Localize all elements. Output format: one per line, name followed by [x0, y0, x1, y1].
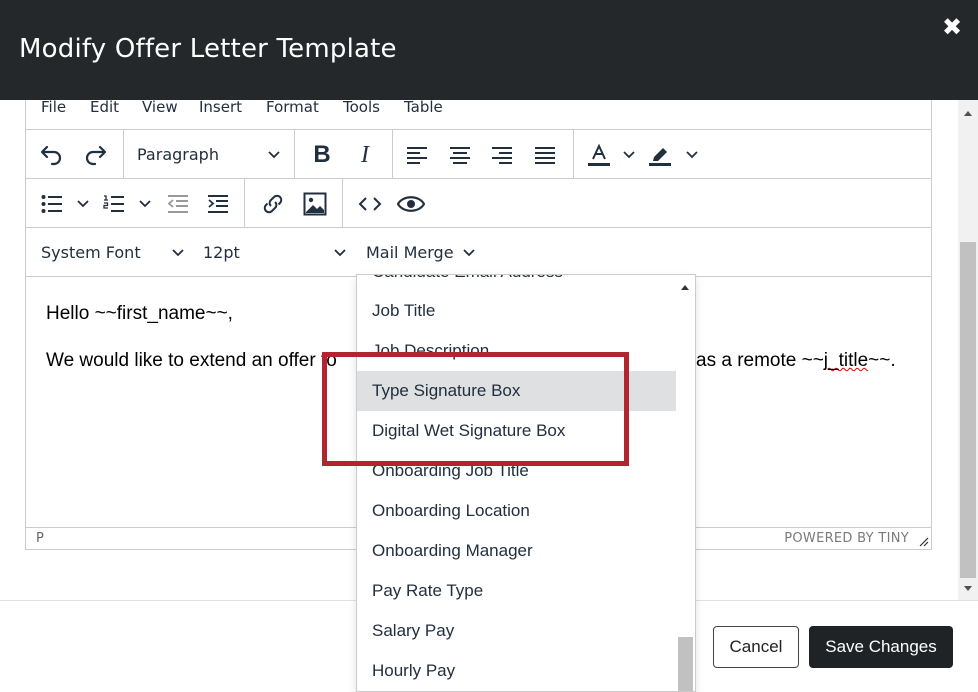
element-path[interactable]: P	[36, 531, 44, 546]
align-justify-icon[interactable]	[528, 138, 562, 172]
font-family-select[interactable]: System Font	[41, 236, 141, 270]
scroll-down-arrow-icon[interactable]	[958, 582, 978, 596]
italic-icon[interactable]: I	[348, 138, 382, 172]
menu-table[interactable]: Table	[404, 100, 443, 115]
chevron-down-icon[interactable]	[623, 150, 635, 160]
dropdown-item[interactable]: Onboarding Job Title	[357, 451, 676, 491]
content-text: as a remote ~~	[696, 350, 824, 371]
content-text: ~~.	[868, 350, 896, 371]
highlight-icon[interactable]	[643, 138, 677, 172]
chevron-down-icon[interactable]	[334, 248, 346, 258]
preview-icon[interactable]	[394, 187, 428, 221]
toolbar-separator	[573, 130, 574, 178]
save-changes-button[interactable]: Save Changes	[809, 626, 953, 668]
toolbar-row-1: Paragraph B I	[26, 130, 931, 179]
dropdown-item-active[interactable]: Type Signature Box	[357, 371, 676, 411]
scroll-up-arrow-icon[interactable]	[680, 283, 690, 291]
dropdown-item[interactable]: Onboarding Location	[357, 491, 676, 531]
chevron-down-icon[interactable]	[77, 199, 89, 209]
menu-file[interactable]: File	[41, 100, 66, 115]
toolbar-row-2	[26, 179, 931, 228]
outdent-icon[interactable]	[161, 187, 195, 221]
resize-handle-icon[interactable]	[919, 537, 929, 547]
dropdown-item[interactable]: Job Description	[357, 331, 676, 371]
content-line-offer-start: We would like to extend an offer to	[46, 350, 337, 371]
toolbar-row-3: System Font 12pt Mail Merge	[26, 228, 931, 277]
content-line-offer-end: as a remote ~~j_title~~.	[696, 349, 896, 373]
scroll-up-arrow-icon[interactable]	[958, 106, 978, 120]
image-icon[interactable]	[298, 187, 332, 221]
misspelled-word: j_title	[823, 350, 869, 371]
chevron-down-icon[interactable]	[139, 199, 151, 209]
chevron-down-icon[interactable]	[463, 248, 475, 258]
toolbar-separator	[392, 130, 393, 178]
chevron-down-icon[interactable]	[268, 150, 280, 160]
content-line-greeting: Hello ~~first_name~~,	[46, 303, 233, 324]
toolbar-separator	[244, 179, 245, 227]
dropdown-item[interactable]: Salary Pay	[357, 611, 676, 651]
numbered-list-icon[interactable]	[97, 187, 131, 221]
menu-tools[interactable]: Tools	[343, 100, 380, 115]
modal-header: Modify Offer Letter Template ✖	[0, 0, 978, 100]
align-right-icon[interactable]	[485, 138, 519, 172]
dropdown-item[interactable]: Digital Wet Signature Box	[357, 411, 676, 451]
undo-icon[interactable]	[35, 138, 69, 172]
dropdown-item[interactable]: Pay Rate Type	[357, 571, 676, 611]
dropdown-item[interactable]: Hourly Pay	[357, 651, 676, 691]
align-center-icon[interactable]	[443, 138, 477, 172]
indent-icon[interactable]	[201, 187, 235, 221]
cancel-button[interactable]: Cancel	[713, 626, 799, 668]
editor-menubar: File Edit View Insert Format Tools Table	[26, 100, 931, 130]
dropdown-item[interactable]: Candidate Email Address	[357, 275, 676, 292]
align-left-icon[interactable]	[400, 138, 434, 172]
powered-by-tiny[interactable]: POWERED BY TINY	[784, 531, 909, 546]
close-icon[interactable]: ✖	[940, 14, 964, 40]
toolbar-separator	[123, 130, 124, 178]
bold-icon[interactable]: B	[305, 138, 339, 172]
text-color-icon[interactable]	[582, 138, 616, 172]
chevron-down-icon[interactable]	[686, 150, 698, 160]
scrollbar-thumb[interactable]	[960, 242, 976, 578]
dropdown-scrollbar[interactable]	[676, 275, 695, 691]
menu-view[interactable]: View	[142, 100, 178, 115]
menu-edit[interactable]: Edit	[90, 100, 119, 115]
menu-insert[interactable]: Insert	[199, 100, 242, 115]
code-icon[interactable]	[353, 187, 387, 221]
scrollbar-thumb[interactable]	[678, 637, 693, 691]
modal-title: Modify Offer Letter Template	[19, 34, 397, 64]
toolbar-separator	[294, 130, 295, 178]
block-format-select[interactable]: Paragraph	[137, 138, 219, 172]
menu-format[interactable]: Format	[266, 100, 319, 115]
mail-merge-select[interactable]: Mail Merge	[366, 236, 454, 270]
modal-scrollbar[interactable]	[958, 100, 978, 600]
dropdown-item[interactable]: Job Title	[357, 291, 676, 331]
link-icon[interactable]	[256, 187, 290, 221]
redo-icon[interactable]	[78, 138, 112, 172]
bullet-list-icon[interactable]	[35, 187, 69, 221]
toolbar-separator	[342, 179, 343, 227]
chevron-down-icon[interactable]	[172, 248, 184, 258]
font-size-select[interactable]: 12pt	[203, 236, 240, 270]
mail-merge-dropdown: Candidate Email Address Job Title Job De…	[356, 274, 696, 692]
dropdown-item[interactable]: Onboarding Manager	[357, 531, 676, 571]
